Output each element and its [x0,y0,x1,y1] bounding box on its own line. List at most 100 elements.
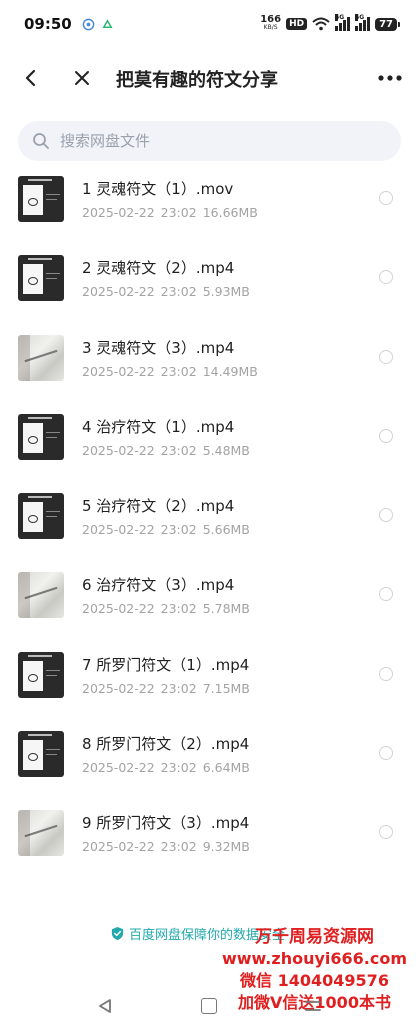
thumbnail-detail [23,740,43,771]
file-size: 5.66MB [202,522,250,538]
close-button[interactable] [68,64,96,92]
signal-icon-sim1: 5G [335,14,351,31]
file-date: 2025-02-22 [82,680,155,696]
file-name: 9 所罗门符文（3）.mp4 [82,814,250,833]
thumbnail-detail [46,436,57,438]
file-thumbnail [18,334,64,381]
file-name: 7 所罗门符文（1）.mp4 [82,655,250,674]
file-size: 5.48MB [202,442,250,458]
file-list-item[interactable]: 4 治疗符文（1）.mp4 2025-02-22 23:02 5.48MB [0,406,419,485]
sim2-network-label: 5G [355,14,365,21]
file-list-item[interactable]: 3 灵魂符文（3）.mp4 2025-02-22 23:02 14.49MB [0,327,419,406]
file-meta: 2025-02-22 23:02 5.93MB [82,284,250,299]
shield-icon [111,926,124,941]
select-radio[interactable] [379,428,393,443]
file-thumbnail [18,572,64,619]
file-name: 1 灵魂符文（1）.mov [82,180,234,198]
nav-recents-icon[interactable] [304,998,322,1014]
nav-back-icon[interactable] [96,997,114,1015]
file-time: 23:02 [160,363,197,379]
select-radio[interactable] [379,191,393,205]
select-radio[interactable] [379,825,393,840]
file-size: 6.64MB [202,760,250,776]
file-name: 6 治疗符文（3）.mp4 [82,576,235,595]
thumbnail-detail [28,258,52,261]
cloud-sync-icon [82,18,95,30]
chevron-left-icon [25,69,36,87]
status-time: 09:50 [24,15,72,33]
file-meta: 2025-02-22 23:02 6.64MB [82,760,250,775]
page-title: 把莫有趣的符文分享 [116,70,278,91]
select-radio[interactable] [379,508,393,523]
file-list-item[interactable]: 5 治疗符文（2）.mp4 2025-02-22 23:02 5.66MB [0,485,419,564]
file-time: 23:02 [160,205,197,220]
thumbnail-detail [23,502,43,533]
thumbnail-detail [46,511,60,513]
back-button[interactable] [16,64,44,92]
file-list-item[interactable]: 8 所罗门符文（2）.mp4 2025-02-22 23:02 6.64MB [0,723,419,802]
file-size: 7.15MB [202,680,250,696]
hd-badge: HD [286,18,308,30]
file-date: 2025-02-22 [82,284,155,300]
file-date: 2025-02-22 [82,601,155,617]
file-name: 2 灵魂符文（2）.mp4 [82,259,235,278]
app-header: 把莫有趣的符文分享 [0,52,419,104]
more-dots-icon [378,75,402,81]
file-list-item[interactable]: 1 灵魂符文（1）.mov 2025-02-22 23:02 16.66MB [0,168,419,247]
watermark-line-3: 微信 1404049576 [240,971,389,990]
recycle-icon [102,18,113,28]
select-radio[interactable] [379,666,393,681]
watermark-line-2: www.zhouyi666.com [221,949,408,968]
sim1-network-label: 5G [335,14,345,21]
file-meta: 2025-02-22 23:02 7.15MB [82,681,250,696]
file-size: 14.49MB [202,363,258,379]
search-input[interactable] [60,132,360,150]
file-thumbnail [18,413,64,460]
status-notification-icons [82,18,114,31]
more-options-button[interactable] [375,64,405,92]
status-bar: 09:50 166 KB/S HD 5G 5G 77 [0,0,419,48]
file-name: 8 所罗门符文（2）.mp4 [82,735,250,754]
thumbnail-detail [28,416,52,419]
system-nav-bar [0,990,419,1024]
select-radio[interactable] [379,270,393,285]
file-thumbnail [18,651,64,698]
thumbnail-detail [46,516,57,518]
file-meta: 2025-02-22 23:02 9.32MB [82,839,250,854]
file-time: 23:02 [160,442,197,458]
file-date: 2025-02-22 [82,363,155,379]
file-list-item[interactable]: 9 所罗门符文（3）.mp4 2025-02-22 23:02 9.32MB [0,802,419,881]
thumbnail-detail [46,194,60,195]
file-size: 16.66MB [202,205,258,220]
thumbnail-detail [28,654,52,657]
file-list-item[interactable]: 2 灵魂符文（2）.mp4 2025-02-22 23:02 5.93MB [0,247,419,326]
signal-icon-sim2: 5G [355,14,371,31]
select-radio[interactable] [379,349,393,364]
thumbnail-detail [46,674,57,676]
thumbnail-detail [23,185,43,215]
thumbnail-detail [46,669,60,671]
file-name: 3 灵魂符文（3）.mp4 [82,338,235,357]
file-time: 23:02 [160,760,197,776]
thumbnail-detail [46,431,60,433]
thumbnail-detail [28,734,52,737]
file-time: 23:02 [160,680,197,696]
search-bar[interactable] [18,121,401,161]
select-radio[interactable] [379,746,393,761]
file-date: 2025-02-22 [82,205,155,220]
file-time: 23:02 [160,601,197,617]
file-time: 23:02 [160,522,197,538]
file-meta: 2025-02-22 23:02 5.78MB [82,601,250,616]
file-list-item[interactable]: 6 治疗符文（3）.mp4 2025-02-22 23:02 5.78MB [0,564,419,643]
file-meta: 2025-02-22 23:02 5.66MB [82,522,250,537]
nav-home-icon[interactable] [201,998,217,1014]
file-date: 2025-02-22 [82,839,155,855]
file-list-item[interactable]: 7 所罗门符文（1）.mp4 2025-02-22 23:02 7.15MB [0,644,419,723]
file-meta: 2025-02-22 23:02 5.48MB [82,443,250,458]
thumbnail-detail [46,273,60,275]
file-time: 23:02 [160,284,197,300]
file-date: 2025-02-22 [82,522,155,538]
select-radio[interactable] [379,587,393,602]
file-thumbnail [18,255,64,302]
file-thumbnail [18,731,64,778]
